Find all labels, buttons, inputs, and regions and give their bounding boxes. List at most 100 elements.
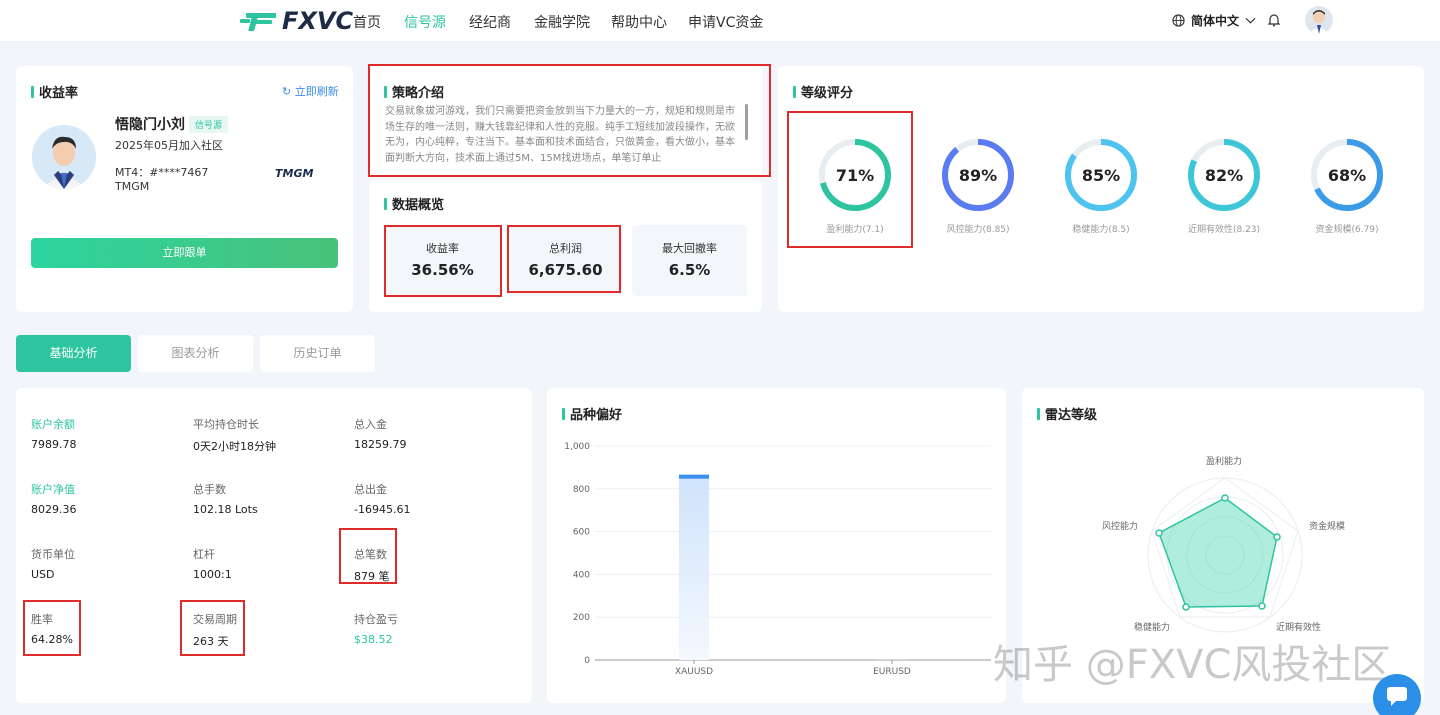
metric-label: 总入金 — [354, 418, 387, 431]
gauge-value-profitability: 71% — [835, 166, 875, 185]
logo[interactable]: FXVC — [240, 6, 353, 36]
chat-icon — [1387, 687, 1407, 706]
bar-xauusd — [679, 474, 709, 660]
trader-name: 悟隐门小刘 — [115, 117, 185, 133]
strategy-title: 策略介绍 — [384, 82, 444, 101]
metrics-card — [16, 388, 532, 703]
y-tick-label: 0 — [584, 656, 590, 666]
metric-label: 总笔数 — [354, 548, 387, 561]
x-tick-label: EURUSD — [873, 667, 911, 677]
metric-value: 18259.79 — [354, 438, 407, 451]
radar-title: 雷达等级 — [1037, 404, 1097, 423]
strategy-scrollbar[interactable] — [745, 104, 748, 140]
gauge-value-recent-effectiveness: 82% — [1204, 166, 1244, 185]
signal-tag: 信号源 — [189, 116, 229, 133]
metric-label: 交易周期 — [193, 613, 237, 626]
profile-card — [16, 66, 353, 312]
nav-item-brokers[interactable]: 经纪商 — [469, 12, 511, 32]
chat-button[interactable] — [1373, 674, 1421, 715]
metric-value: 64.28% — [31, 633, 73, 646]
follow-button[interactable]: 立即跟单 — [31, 238, 338, 268]
gauge-recent-effectiveness: 82% — [1185, 136, 1263, 214]
y-tick-label: 800 — [573, 485, 590, 495]
account-number: MT4：#****7467 — [115, 166, 209, 179]
preference-chart: 0 200 400 600 800 1,000 XAUUSD EURUSD — [564, 442, 991, 677]
metric-value: 879 笔 — [354, 570, 390, 583]
metric-label: 持仓盈亏 — [354, 613, 398, 626]
metric-value: 0天2小时18分钟 — [193, 440, 276, 453]
y-tick-label: 600 — [573, 528, 590, 538]
gauge-risk-control: 89% — [939, 136, 1017, 214]
logo-text: FXVC — [282, 7, 354, 35]
gauge-profitability: 71% — [816, 136, 894, 214]
rating-title: 等级评分 — [793, 82, 853, 101]
metric-value: USD — [31, 568, 55, 581]
tmgm-logo: TMGM — [275, 167, 313, 180]
metric-label: 胜率 — [31, 613, 53, 626]
radar-chart — [1147, 477, 1303, 633]
refresh-button[interactable]: ↻ 立即刷新 — [282, 83, 339, 99]
top-nav: FXVC 首页 信号源 经纪商 金融学院 帮助中心 申请VC资金 简体中文 — [0, 0, 1440, 42]
joined-date: 2025年05月加入社区 — [115, 139, 223, 152]
preference-title: 品种偏好 — [562, 404, 622, 423]
gauge-label-stability: 稳健能力(8.5) — [1072, 225, 1130, 235]
chevron-down-icon — [1245, 17, 1256, 24]
gauge-value-capital-scale: 68% — [1327, 166, 1367, 185]
metric-label: 杠杆 — [193, 548, 215, 561]
watermark: 知乎 @FXVC风投社区 — [993, 642, 1392, 688]
gauge-value-risk-control: 89% — [958, 166, 998, 185]
radar-axis-risk: 风控能力 — [1102, 522, 1139, 532]
refresh-icon: ↻ — [282, 85, 292, 98]
profile-title: 收益率 — [31, 82, 78, 101]
broker-name: TMGM — [115, 180, 150, 193]
metric-value: 102.18 Lots — [193, 503, 258, 516]
trader-avatar — [32, 125, 96, 189]
stat-yield: 收益率 36.56% — [385, 225, 500, 296]
x-tick-label: XAUUSD — [675, 667, 713, 677]
language-label: 简体中文 — [1191, 14, 1240, 28]
bell-icon[interactable] — [1268, 13, 1280, 27]
metric-label: 账户余额 — [31, 418, 75, 431]
gauge-label-capital-scale: 资金规模(6.79) — [1315, 225, 1379, 235]
metric-value: -16945.61 — [354, 503, 411, 516]
stat-yield-value: 36.56% — [411, 261, 474, 279]
stat-profit-value: 6,675.60 — [528, 261, 603, 279]
user-avatar-top[interactable] — [1305, 6, 1333, 34]
gauge-capital-scale: 68% — [1308, 136, 1386, 214]
stat-drawdown: 最大回撤率 6.5% — [632, 225, 747, 296]
nav-item-home[interactable]: 首页 — [353, 12, 381, 32]
tmgm-logo-text: TMGM — [275, 167, 314, 180]
stat-drawdown-value: 6.5% — [668, 261, 711, 279]
gauge-value-stability: 85% — [1081, 166, 1121, 185]
nav-item-help[interactable]: 帮助中心 — [611, 12, 667, 32]
globe-icon — [1172, 14, 1185, 27]
gauge-label-profitability: 盈利能力(7.1) — [826, 225, 884, 235]
radar-axis-profitability: 盈利能力 — [1206, 457, 1243, 467]
y-tick-label: 200 — [573, 613, 590, 623]
gauge-label-recent-effectiveness: 近期有效性(8.23) — [1187, 225, 1261, 235]
refresh-label: 立即刷新 — [294, 85, 339, 98]
metric-label: 账户净值 — [31, 483, 75, 496]
tab-basic-analysis[interactable]: 基础分析 — [16, 335, 131, 372]
metric-value: 263 天 — [193, 635, 229, 648]
logo-mark-icon — [240, 13, 276, 31]
tab-chart-analysis[interactable]: 图表分析 — [138, 335, 253, 372]
language-selector[interactable]: 简体中文 — [1172, 12, 1256, 29]
metric-label: 总出金 — [354, 483, 387, 496]
strategy-text: 交易就象拔河游戏，我们只需要把资金放到当下力量大的一方，规矩和规则是市场生存的唯… — [385, 106, 735, 164]
tab-history-orders[interactable]: 历史订单 — [260, 335, 375, 372]
metric-value: 8029.36 — [31, 503, 77, 516]
metric-value: 7989.78 — [31, 438, 77, 451]
nav-item-academy[interactable]: 金融学院 — [534, 12, 590, 32]
gauge-stability: 85% — [1062, 136, 1140, 214]
y-tick-label: 1,000 — [564, 442, 590, 452]
stat-profit-label: 总利润 — [549, 242, 582, 255]
metric-value: 1000:1 — [193, 568, 232, 581]
bar-cap-xauusd — [679, 474, 709, 479]
gauge-label-risk-control: 风控能力(8.85) — [946, 225, 1010, 235]
metric-label: 平均持仓时长 — [193, 418, 259, 431]
nav-item-apply-vc[interactable]: 申请VC资金 — [688, 12, 763, 32]
metric-value: $38.52 — [354, 633, 393, 646]
nav-item-signals[interactable]: 信号源 — [404, 12, 446, 32]
overview-title: 数据概览 — [384, 194, 444, 213]
